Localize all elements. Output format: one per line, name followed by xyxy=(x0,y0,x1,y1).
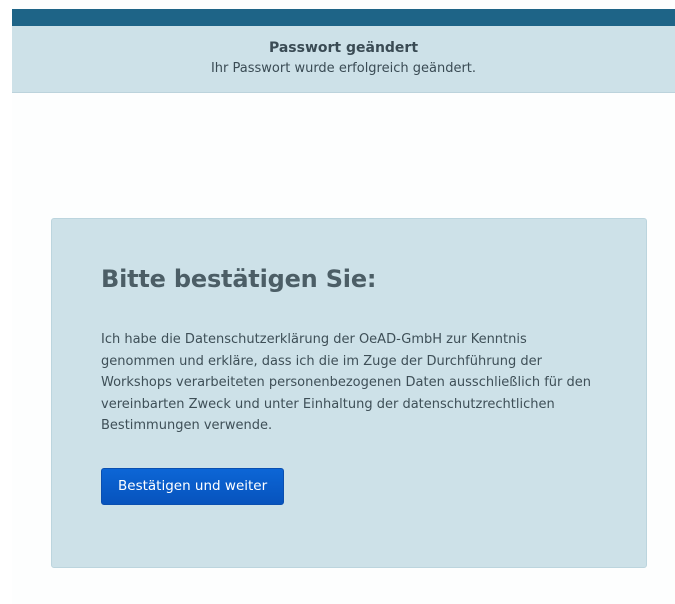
notice-message: Ihr Passwort wurde erfolgreich geändert. xyxy=(210,61,477,76)
success-notice: Passwort geändert Ihr Passwort wurde erf… xyxy=(12,26,675,93)
left-gutter xyxy=(0,0,12,604)
consent-card: Bitte bestätigen Sie: Ich habe die Daten… xyxy=(51,218,647,568)
consent-text: Ich habe die Datenschutzerklärung der Oe… xyxy=(101,332,592,433)
top-bar xyxy=(12,9,675,26)
consent-heading: Bitte bestätigen Sie: xyxy=(101,265,377,293)
page: Passwort geändert Ihr Passwort wurde erf… xyxy=(0,0,675,604)
notice-title: Passwort geändert xyxy=(268,40,419,56)
confirm-and-continue-button[interactable]: Bestätigen und weiter xyxy=(101,467,285,505)
